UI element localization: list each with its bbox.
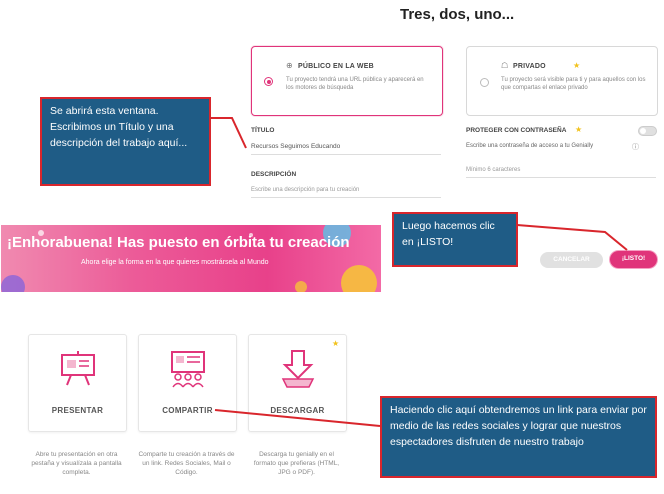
callout-window: Se abrirá esta ventana. Escribimos un Tí…: [40, 97, 211, 186]
callout-listo: Luego hacemos clic en ¡LISTO!: [392, 212, 518, 267]
callout-share: Haciendo clic aquí obtendremos un link p…: [380, 396, 657, 478]
